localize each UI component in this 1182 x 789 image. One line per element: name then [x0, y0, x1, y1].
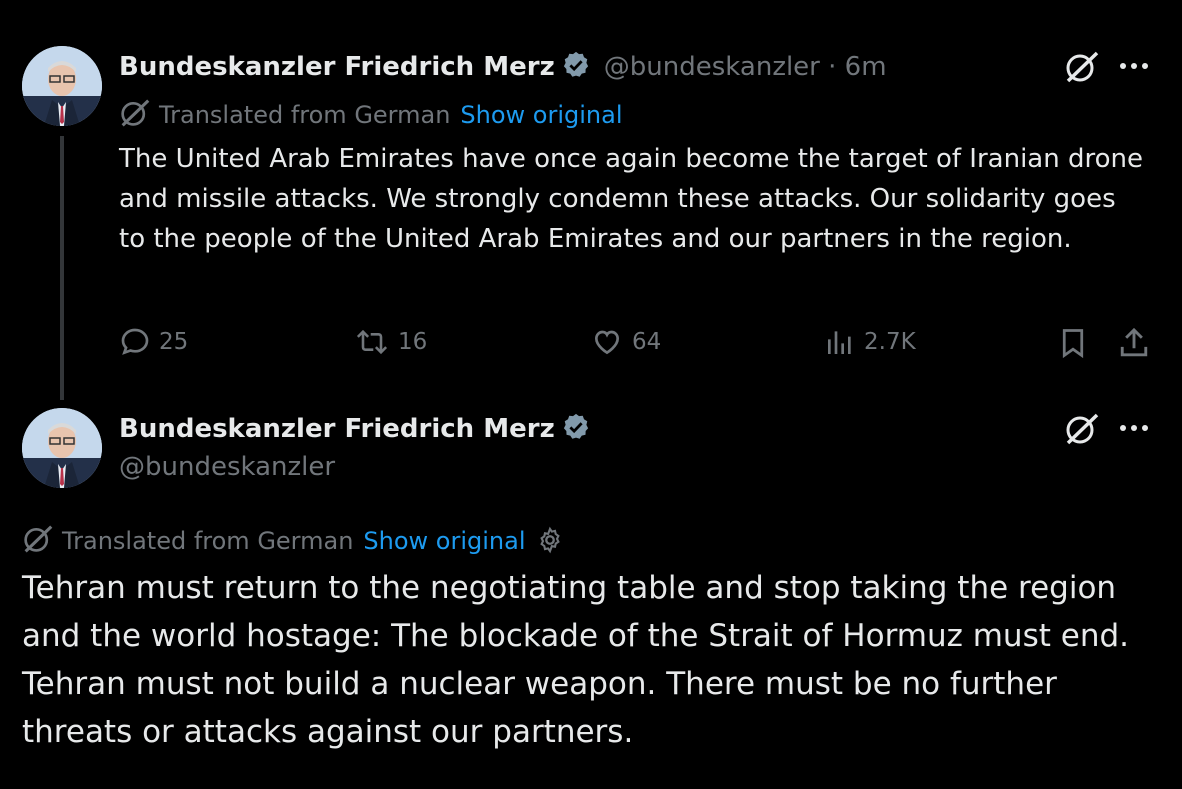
settings-icon[interactable]: [536, 526, 564, 560]
translate-icon: [22, 524, 54, 560]
post1-header: Bundeskanzler Friedrich Merz @bundeskanz…: [119, 50, 887, 82]
handle-time[interactable]: @bundeskanzler · 6m: [604, 52, 887, 82]
post2-text: Tehran must return to the negotiating ta…: [22, 570, 1129, 750]
translation-notice: Translated from German Show original: [119, 98, 623, 134]
like-count: 64: [632, 329, 662, 355]
bookmark-icon[interactable]: [1058, 326, 1088, 364]
repost-button[interactable]: 16: [354, 326, 427, 358]
post1-text: The United Arab Emirates have once again…: [119, 144, 1143, 254]
verified-badge-icon: [561, 412, 591, 442]
like-icon: [594, 330, 620, 355]
thread-connector: [60, 136, 64, 400]
grok-icon[interactable]: [1064, 50, 1100, 88]
author-handle[interactable]: @bundeskanzler: [119, 452, 335, 482]
author-name[interactable]: Bundeskanzler Friedrich Merz: [119, 414, 555, 444]
translate-icon: [119, 98, 151, 134]
avatar[interactable]: [22, 46, 102, 126]
repost-icon: [356, 329, 388, 355]
reply-count: 25: [159, 329, 189, 355]
verified-badge-icon: [561, 50, 591, 80]
like-button[interactable]: 64: [590, 326, 661, 358]
more-icon[interactable]: [1118, 420, 1152, 440]
repost-count: 16: [398, 329, 428, 355]
translated-label: Translated from German: [159, 101, 451, 129]
show-original-link[interactable]: Show original: [460, 101, 622, 129]
more-icon[interactable]: [1118, 58, 1152, 78]
translation-notice: Translated from German Show original: [22, 524, 564, 560]
author-name[interactable]: Bundeskanzler Friedrich Merz: [119, 52, 555, 82]
share-icon[interactable]: [1118, 326, 1150, 364]
reply-icon: [121, 328, 149, 355]
reply-button[interactable]: 25: [119, 326, 188, 358]
views-button[interactable]: 2.7K: [824, 326, 916, 358]
show-original-link[interactable]: Show original: [363, 527, 525, 555]
post2-header: Bundeskanzler Friedrich Merz: [119, 412, 591, 444]
view-count: 2.7K: [864, 329, 916, 355]
translated-label: Translated from German: [62, 527, 354, 555]
avatar[interactable]: [22, 408, 102, 488]
grok-icon[interactable]: [1064, 412, 1100, 450]
views-icon: [828, 331, 851, 354]
